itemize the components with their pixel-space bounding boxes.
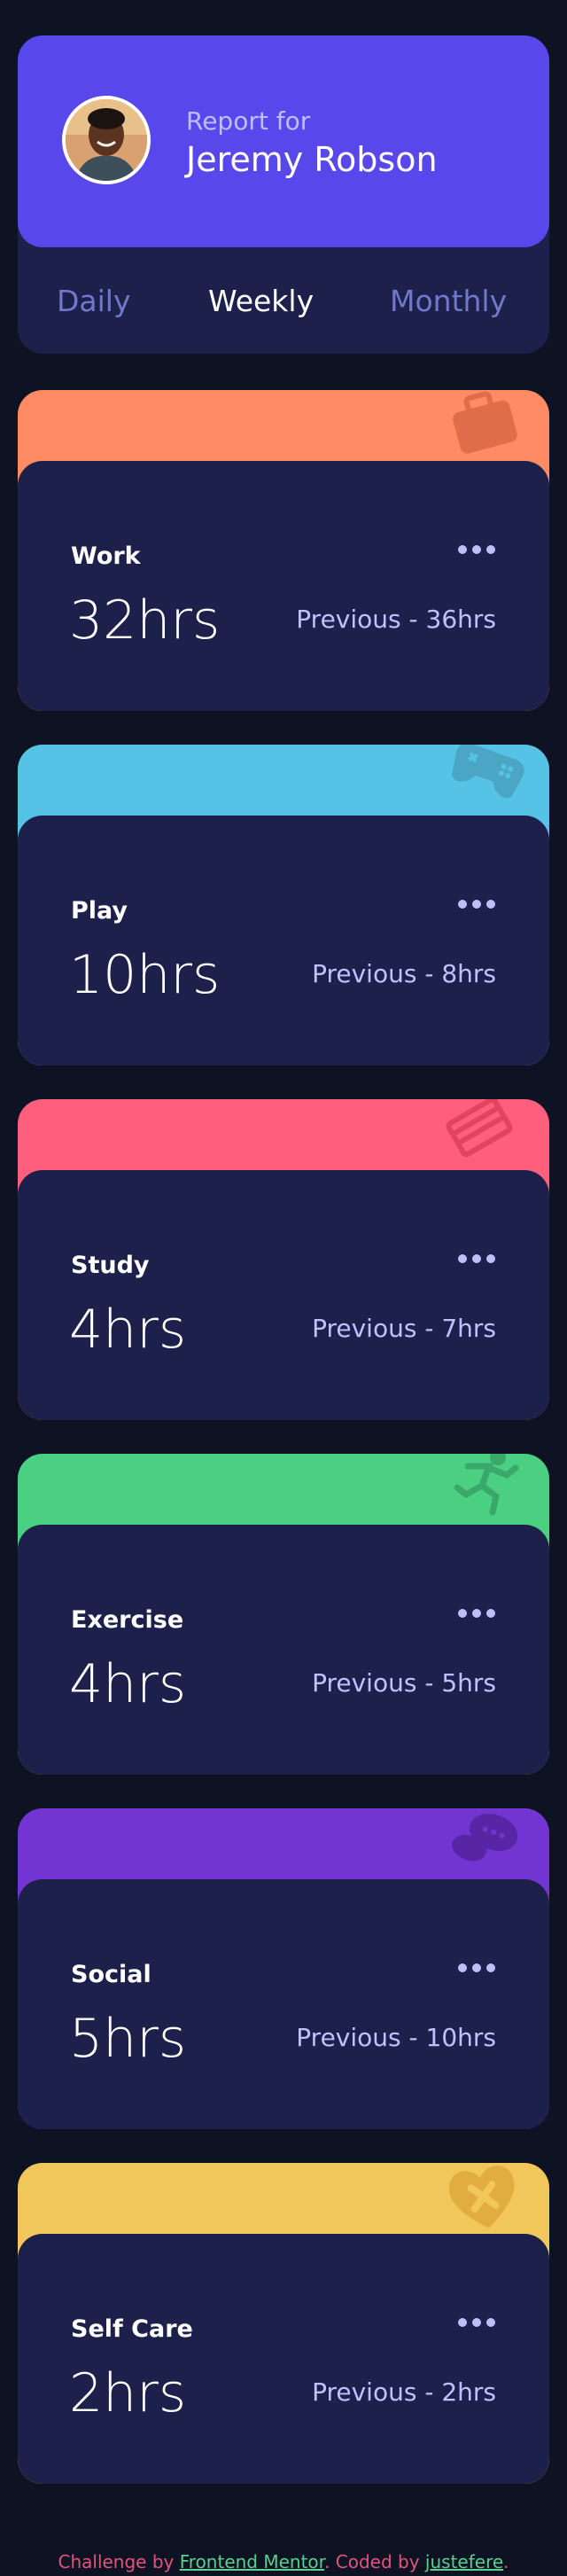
ellipsis-icon[interactable]: [457, 2314, 496, 2331]
ellipsis-icon[interactable]: [457, 895, 496, 913]
attribution-suffix: .: [503, 2551, 509, 2572]
activity-title: Play: [71, 897, 128, 925]
activity-current-hours: 4hrs: [69, 1299, 187, 1361]
book-icon: [446, 1099, 513, 1158]
avatar: [62, 96, 151, 184]
attribution-prefix: Challenge by: [58, 2551, 180, 2572]
activity-title: Exercise: [71, 1606, 184, 1634]
ellipsis-icon[interactable]: [457, 541, 496, 558]
report-for-label: Report for: [186, 106, 311, 136]
activity-current-hours: 10hrs: [69, 944, 221, 1006]
activity-title: Study: [71, 1252, 150, 1279]
activity-current-hours: 4hrs: [69, 1653, 187, 1715]
activity-body: Social 5hrs Previous - 10hrs: [18, 1879, 549, 2129]
activity-previous-hours: Previous - 5hrs: [312, 1668, 496, 1698]
tab-monthly[interactable]: Monthly: [390, 284, 507, 318]
activity-title: Social: [71, 1961, 151, 1988]
ellipsis-icon[interactable]: [457, 1959, 496, 1977]
attribution-middle: . Coded by: [324, 2551, 425, 2572]
heart-cross-icon: [449, 2165, 515, 2229]
chat-bubbles-icon: [452, 1813, 518, 1862]
activity-card-play: Play 10hrs Previous - 8hrs: [18, 745, 549, 1066]
briefcase-icon: [453, 391, 517, 454]
activity-body: Exercise 4hrs Previous - 5hrs: [18, 1525, 549, 1775]
activity-previous-hours: Previous - 36hrs: [296, 605, 496, 634]
ellipsis-icon[interactable]: [457, 1604, 496, 1622]
activity-current-hours: 2hrs: [69, 2362, 187, 2424]
ellipsis-icon[interactable]: [457, 1250, 496, 1268]
activity-current-hours: 5hrs: [69, 2008, 187, 2070]
activity-body: Self Care 2hrs Previous - 2hrs: [18, 2234, 549, 2484]
frontend-mentor-link[interactable]: Frontend Mentor: [180, 2551, 324, 2572]
activity-card-exercise: Exercise 4hrs Previous - 5hrs: [18, 1454, 549, 1775]
profile-card: Report for Jeremy Robson Daily Weekly Mo…: [18, 35, 549, 354]
user-name: Jeremy Robson: [186, 140, 438, 179]
activity-previous-hours: Previous - 10hrs: [296, 2023, 496, 2052]
profile-header: Report for Jeremy Robson: [18, 35, 549, 247]
activity-card-social: Social 5hrs Previous - 10hrs: [18, 1808, 549, 2129]
activity-previous-hours: Previous - 8hrs: [312, 959, 496, 988]
activity-body: Work 32hrs Previous - 36hrs: [18, 461, 549, 711]
tab-daily[interactable]: Daily: [57, 284, 131, 318]
attribution: Challenge by Frontend Mentor. Coded by j…: [0, 2551, 567, 2572]
activity-body: Study 4hrs Previous - 7hrs: [18, 1170, 549, 1420]
activity-previous-hours: Previous - 7hrs: [312, 1314, 496, 1343]
activity-card-work: Work 32hrs Previous - 36hrs: [18, 390, 549, 711]
activity-current-hours: 32hrs: [69, 589, 221, 652]
author-link[interactable]: justefere: [425, 2551, 503, 2572]
activity-body: Play 10hrs Previous - 8hrs: [18, 816, 549, 1066]
activity-title: Work: [71, 543, 141, 570]
runner-icon: [454, 1454, 519, 1516]
gamepad-icon: [452, 745, 524, 799]
activity-previous-hours: Previous - 2hrs: [312, 2377, 496, 2407]
tab-weekly[interactable]: Weekly: [208, 284, 314, 318]
activity-card-self-care: Self Care 2hrs Previous - 2hrs: [18, 2163, 549, 2484]
activity-title: Self Care: [71, 2315, 193, 2343]
activity-card-study: Study 4hrs Previous - 7hrs: [18, 1099, 549, 1420]
